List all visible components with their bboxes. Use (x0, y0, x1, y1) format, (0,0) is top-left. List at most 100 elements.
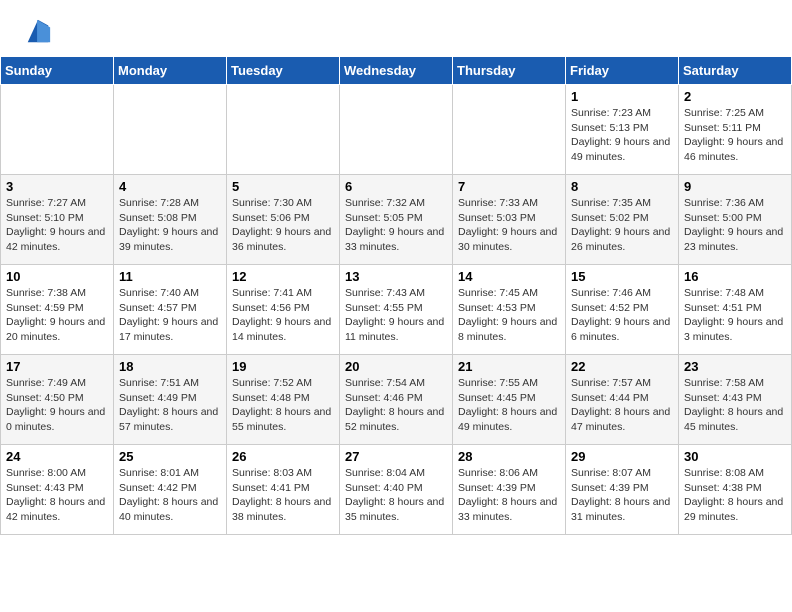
week-row-3: 10Sunrise: 7:38 AM Sunset: 4:59 PM Dayli… (1, 265, 792, 355)
day-info: Sunrise: 7:28 AM Sunset: 5:08 PM Dayligh… (119, 197, 218, 253)
calendar-cell (340, 85, 453, 175)
calendar-cell: 3 Sunrise: 7:27 AM Sunset: 5:10 PM Daylig… (1, 175, 114, 265)
calendar-cell: 23 Sunrise: 7:58 AM Sunset: 4:43 PM Dayli… (679, 355, 792, 445)
day-number: 1 (571, 89, 673, 104)
week-row-1: 1 Sunrise: 7:23 AM Sunset: 5:13 PM Daylig… (1, 85, 792, 175)
day-info: Sunrise: 7:40 AM Sunset: 4:57 PM Dayligh… (119, 287, 218, 343)
day-info: Sunrise: 7:36 AM Sunset: 5:00 PM Dayligh… (684, 197, 783, 253)
day-number: 12 (232, 269, 334, 284)
day-number: 13 (345, 269, 447, 284)
calendar-cell: 28Sunrise: 8:06 AM Sunset: 4:39 PM Dayli… (453, 445, 566, 535)
calendar-cell: 25 Sunrise: 8:01 AM Sunset: 4:42 PM Dayli… (114, 445, 227, 535)
day-number: 22 (571, 359, 673, 374)
day-number: 18 (119, 359, 221, 374)
day-header-tuesday: Tuesday (227, 57, 340, 85)
calendar-cell: 19 Sunrise: 7:52 AM Sunset: 4:48 PM Dayli… (227, 355, 340, 445)
calendar-cell: 17 Sunrise: 7:49 AM Sunset: 4:50 PM Dayli… (1, 355, 114, 445)
day-info: Sunrise: 8:00 AM Sunset: 4:43 PM Dayligh… (6, 467, 105, 523)
calendar-cell: 10Sunrise: 7:38 AM Sunset: 4:59 PM Dayli… (1, 265, 114, 355)
day-number: 27 (345, 449, 447, 464)
day-number: 11 (119, 269, 221, 284)
calendar-body: 1 Sunrise: 7:23 AM Sunset: 5:13 PM Daylig… (1, 85, 792, 535)
day-number: 23 (684, 359, 786, 374)
calendar-cell: 13 Sunrise: 7:43 AM Sunset: 4:55 PM Dayli… (340, 265, 453, 355)
calendar-cell: 20 Sunrise: 7:54 AM Sunset: 4:46 PM Dayli… (340, 355, 453, 445)
week-row-2: 3 Sunrise: 7:27 AM Sunset: 5:10 PM Daylig… (1, 175, 792, 265)
calendar-cell: 14 Sunrise: 7:45 AM Sunset: 4:53 PM Dayli… (453, 265, 566, 355)
day-info: Sunrise: 8:04 AM Sunset: 4:40 PM Dayligh… (345, 467, 444, 523)
calendar-header: SundayMondayTuesdayWednesdayThursdayFrid… (1, 57, 792, 85)
day-info: Sunrise: 7:27 AM Sunset: 5:10 PM Dayligh… (6, 197, 105, 253)
day-number: 25 (119, 449, 221, 464)
day-info: Sunrise: 8:06 AM Sunset: 4:39 PM Dayligh… (458, 467, 557, 523)
day-number: 4 (119, 179, 221, 194)
day-number: 8 (571, 179, 673, 194)
calendar-cell: 6Sunrise: 7:32 AM Sunset: 5:05 PM Daylig… (340, 175, 453, 265)
day-number: 14 (458, 269, 560, 284)
day-number: 7 (458, 179, 560, 194)
day-number: 20 (345, 359, 447, 374)
day-info: Sunrise: 7:52 AM Sunset: 4:48 PM Dayligh… (232, 377, 331, 433)
day-info: Sunrise: 7:55 AM Sunset: 4:45 PM Dayligh… (458, 377, 557, 433)
day-info: Sunrise: 7:41 AM Sunset: 4:56 PM Dayligh… (232, 287, 331, 343)
day-number: 24 (6, 449, 108, 464)
day-info: Sunrise: 7:35 AM Sunset: 5:02 PM Dayligh… (571, 197, 670, 253)
day-number: 26 (232, 449, 334, 464)
day-info: Sunrise: 7:48 AM Sunset: 4:51 PM Dayligh… (684, 287, 783, 343)
day-header-saturday: Saturday (679, 57, 792, 85)
day-info: Sunrise: 7:43 AM Sunset: 4:55 PM Dayligh… (345, 287, 444, 343)
day-info: Sunrise: 7:54 AM Sunset: 4:46 PM Dayligh… (345, 377, 444, 433)
calendar-cell (1, 85, 114, 175)
day-info: Sunrise: 7:49 AM Sunset: 4:50 PM Dayligh… (6, 377, 105, 433)
calendar-cell (453, 85, 566, 175)
calendar-cell: 18 Sunrise: 7:51 AM Sunset: 4:49 PM Dayli… (114, 355, 227, 445)
day-number: 6 (345, 179, 447, 194)
day-header-sunday: Sunday (1, 57, 114, 85)
day-info: Sunrise: 8:07 AM Sunset: 4:39 PM Dayligh… (571, 467, 670, 523)
day-header-friday: Friday (566, 57, 679, 85)
day-number: 16 (684, 269, 786, 284)
calendar-cell (227, 85, 340, 175)
calendar-cell: 30 Sunrise: 8:08 AM Sunset: 4:38 PM Dayli… (679, 445, 792, 535)
calendar-cell: 16 Sunrise: 7:48 AM Sunset: 4:51 PM Dayli… (679, 265, 792, 355)
logo-icon (24, 18, 52, 46)
calendar-cell: 11 Sunrise: 7:40 AM Sunset: 4:57 PM Dayli… (114, 265, 227, 355)
day-number: 21 (458, 359, 560, 374)
day-header-wednesday: Wednesday (340, 57, 453, 85)
logo (20, 18, 52, 46)
calendar-cell: 8 Sunrise: 7:35 AM Sunset: 5:02 PM Daylig… (566, 175, 679, 265)
day-number: 3 (6, 179, 108, 194)
day-info: Sunrise: 7:51 AM Sunset: 4:49 PM Dayligh… (119, 377, 218, 433)
calendar-cell: 29 Sunrise: 8:07 AM Sunset: 4:39 PM Dayli… (566, 445, 679, 535)
calendar-cell: 12 Sunrise: 7:41 AM Sunset: 4:56 PM Dayli… (227, 265, 340, 355)
day-info: Sunrise: 7:58 AM Sunset: 4:43 PM Dayligh… (684, 377, 783, 433)
calendar-cell: 15 Sunrise: 7:46 AM Sunset: 4:52 PM Dayli… (566, 265, 679, 355)
day-number: 19 (232, 359, 334, 374)
calendar-cell: 7Sunrise: 7:33 AM Sunset: 5:03 PM Daylig… (453, 175, 566, 265)
calendar-cell: 27 Sunrise: 8:04 AM Sunset: 4:40 PM Dayli… (340, 445, 453, 535)
day-info: Sunrise: 8:08 AM Sunset: 4:38 PM Dayligh… (684, 467, 783, 523)
day-info: Sunrise: 7:45 AM Sunset: 4:53 PM Dayligh… (458, 287, 557, 343)
day-number: 29 (571, 449, 673, 464)
day-info: Sunrise: 7:57 AM Sunset: 4:44 PM Dayligh… (571, 377, 670, 433)
day-number: 30 (684, 449, 786, 464)
day-info: Sunrise: 8:03 AM Sunset: 4:41 PM Dayligh… (232, 467, 331, 523)
calendar: SundayMondayTuesdayWednesdayThursdayFrid… (0, 56, 792, 535)
day-info: Sunrise: 8:01 AM Sunset: 4:42 PM Dayligh… (119, 467, 218, 523)
calendar-cell: 2 Sunrise: 7:25 AM Sunset: 5:11 PM Daylig… (679, 85, 792, 175)
calendar-cell: 21 Sunrise: 7:55 AM Sunset: 4:45 PM Dayli… (453, 355, 566, 445)
calendar-cell: 9Sunrise: 7:36 AM Sunset: 5:00 PM Daylig… (679, 175, 792, 265)
day-number: 15 (571, 269, 673, 284)
calendar-cell: 1 Sunrise: 7:23 AM Sunset: 5:13 PM Daylig… (566, 85, 679, 175)
day-info: Sunrise: 7:46 AM Sunset: 4:52 PM Dayligh… (571, 287, 670, 343)
day-number: 5 (232, 179, 334, 194)
day-number: 2 (684, 89, 786, 104)
calendar-cell: 24 Sunrise: 8:00 AM Sunset: 4:43 PM Dayli… (1, 445, 114, 535)
day-info: Sunrise: 7:30 AM Sunset: 5:06 PM Dayligh… (232, 197, 331, 253)
week-row-4: 17 Sunrise: 7:49 AM Sunset: 4:50 PM Dayli… (1, 355, 792, 445)
calendar-cell: 22 Sunrise: 7:57 AM Sunset: 4:44 PM Dayli… (566, 355, 679, 445)
week-row-5: 24 Sunrise: 8:00 AM Sunset: 4:43 PM Dayli… (1, 445, 792, 535)
day-number: 17 (6, 359, 108, 374)
day-info: Sunrise: 7:23 AM Sunset: 5:13 PM Dayligh… (571, 107, 670, 163)
day-info: Sunrise: 7:25 AM Sunset: 5:11 PM Dayligh… (684, 107, 783, 163)
